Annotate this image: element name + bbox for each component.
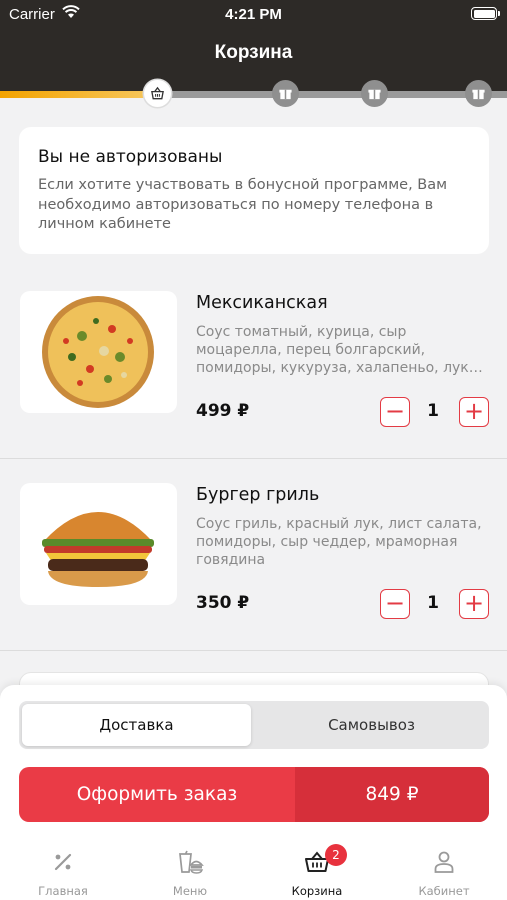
page-title: Корзина xyxy=(214,42,293,63)
burger-image xyxy=(20,483,177,605)
cart-item: Мексиканская Соус томатный, курица, сыр … xyxy=(0,267,507,459)
item-price: 499 ₽ xyxy=(196,401,250,421)
tab-label: Главная xyxy=(38,884,88,898)
increase-quantity-button[interactable]: + xyxy=(459,397,489,427)
order-total: 849 ₽ xyxy=(295,767,489,822)
tab-home[interactable]: Главная xyxy=(0,840,126,900)
cart-item: Бургер гриль Соус гриль, красный лук, ли… xyxy=(0,459,507,651)
user-icon xyxy=(434,851,454,873)
pizza-image xyxy=(20,291,177,413)
place-order-button[interactable]: Оформить заказ 849 ₽ xyxy=(19,767,489,822)
progress-step-gift-1 xyxy=(272,80,299,107)
progress-step-basket xyxy=(144,80,171,107)
cart-count-badge: 2 xyxy=(325,844,347,866)
pickup-option[interactable]: Самовывоз xyxy=(257,704,486,746)
basket-icon xyxy=(151,86,164,100)
tab-label: Меню xyxy=(172,884,208,898)
tab-label: Кабинет xyxy=(418,884,470,898)
status-time: 4:21 PM xyxy=(225,6,282,23)
delivery-method-selector: Доставка Самовывоз xyxy=(19,701,489,749)
tab-menu[interactable]: Меню xyxy=(127,840,253,900)
tab-bar: Главная Меню 2 Корзина Кабинет xyxy=(0,840,507,900)
tab-account[interactable]: Кабинет xyxy=(381,840,507,900)
gift-icon xyxy=(368,89,381,100)
tab-label: Корзина xyxy=(291,884,343,898)
gift-icon xyxy=(472,89,485,100)
item-quantity: 1 xyxy=(427,593,439,613)
battery-icon xyxy=(471,7,500,20)
auth-notice-card[interactable]: Вы не авторизованы Если хотите участвова… xyxy=(19,127,489,254)
progress-step-gift-3 xyxy=(465,80,492,107)
delivery-option[interactable]: Доставка xyxy=(22,704,251,746)
progress-fill xyxy=(0,91,158,98)
progress-step-gift-2 xyxy=(361,80,388,107)
increase-quantity-button[interactable]: + xyxy=(459,589,489,619)
item-name: Мексиканская xyxy=(196,293,328,313)
item-quantity: 1 xyxy=(427,401,439,421)
item-description: Соус гриль, красный лук, лист салата, по… xyxy=(196,516,482,568)
decrease-quantity-button[interactable]: − xyxy=(380,589,410,619)
menu-food-icon xyxy=(179,850,204,874)
percent-icon xyxy=(54,853,72,871)
status-bar: Carrier 4:21 PM xyxy=(0,0,507,28)
auth-notice-text: Если хотите участвовать в бонусной прогр… xyxy=(38,177,448,232)
place-order-label: Оформить заказ xyxy=(76,784,238,805)
item-description: Соус томатный, курица, сыр моцарелла, пе… xyxy=(196,324,483,376)
item-name: Бургер гриль xyxy=(196,485,320,505)
decrease-quantity-button[interactable]: − xyxy=(380,397,410,427)
tab-cart[interactable]: 2 Корзина xyxy=(254,840,380,900)
gift-icon xyxy=(279,89,292,100)
header: Carrier 4:21 PM Корзина xyxy=(0,0,507,91)
auth-notice-title: Вы не авторизованы xyxy=(38,147,223,167)
item-price: 350 ₽ xyxy=(196,593,250,613)
order-progress-bar xyxy=(0,91,507,98)
